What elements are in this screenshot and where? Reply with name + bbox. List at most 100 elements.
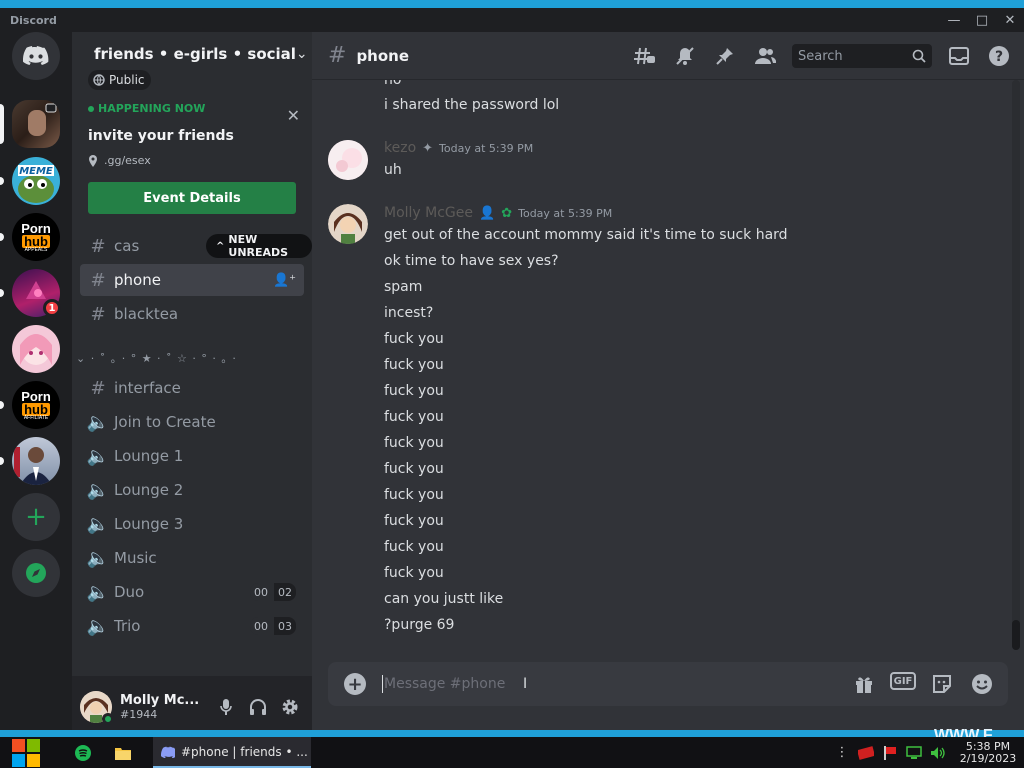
gift-icon[interactable] [850,672,878,696]
speaker-icon: 🔈 [86,513,110,535]
speaker-icon: 🔈 [86,615,110,637]
spotify-icon[interactable] [63,737,103,768]
voice-lounge-2[interactable]: 🔈 Lounge 2 [80,474,304,506]
user-info[interactable]: Molly Mc... #1944 [120,693,200,721]
system-tray: ⋮ 5:38 PM 2/19/2023 [832,739,1024,765]
volume-icon[interactable] [928,743,948,763]
voice-trio[interactable]: 🔈 Trio 00 03 [80,610,304,642]
clock-time: 5:38 PM [965,739,1011,753]
server-7[interactable] [12,437,60,485]
channel-label: Duo [114,583,145,601]
gif-button[interactable]: GIF [890,672,916,690]
message-text: can you justt like [384,591,504,607]
close-button[interactable]: ✕ [996,8,1024,32]
maximize-button[interactable]: □ [968,8,996,32]
server-meme[interactable]: MEME [12,157,60,205]
close-icon[interactable]: ✕ [287,106,300,125]
compass-icon [26,563,46,583]
voice-music[interactable]: 🔈 Music [80,542,304,574]
new-unreads-label: NEW UNREADS [228,233,289,259]
channel-category[interactable]: ⌄ · ˚ ｡ · ° ★ · ˚ ☆ · ° · ｡ · [76,350,237,366]
user-limit: 00 02 [250,583,304,601]
speaker-icon: 🔈 [86,547,110,569]
header-toolbar: Search ? [632,32,1024,80]
tray-app-icon[interactable] [856,743,876,763]
minimize-button[interactable]: — [940,8,968,32]
server-porn-affiliate[interactable]: Porn hub AFFILIATE [12,381,60,429]
server-list: MEME Porn hub APPEALS 1 Porn hub AFFILIA… [0,32,72,737]
globe-icon [93,74,105,86]
file-explorer-icon[interactable] [103,737,143,768]
mention-badge: 1 [43,299,61,317]
invite-icon[interactable]: 👤⁺ [273,273,304,288]
butterfly-icon: ✦ [422,140,434,156]
search-input[interactable]: Search [792,44,932,68]
voice-lounge-1[interactable]: 🔈 Lounge 1 [80,440,304,472]
new-unreads-pill[interactable]: ^ NEW UNREADS [206,233,312,259]
chevron-down-icon: ⌄ [295,46,308,62]
message-input[interactable]: Message #phone [382,675,850,693]
taskbar-discord-task[interactable]: #phone | friends • ... [153,737,311,768]
server-1[interactable] [12,100,60,148]
avatar[interactable] [328,140,368,180]
headphones-icon[interactable] [242,691,274,723]
timestamp: Today at 5:39 PM [439,141,534,155]
channel-blacktea[interactable]: # blacktea [80,298,304,330]
message-list: no i shared the password lol kezo ✦ Toda… [312,80,1024,650]
microphone-icon[interactable] [210,691,242,723]
channel-sidebar: friends • e-girls • social ⌄ Public HAPP… [72,32,312,737]
explore-servers-button[interactable] [12,549,60,597]
network-icon[interactable] [904,743,924,763]
voice-join-to-create[interactable]: 🔈 Join to Create [80,406,304,438]
threads-icon[interactable] [632,44,658,68]
overflow-icon[interactable]: ⋮ [832,743,852,763]
message-text: fuck you [384,487,444,503]
member-list-icon[interactable] [752,44,778,68]
server-1-image [28,103,57,136]
server-5[interactable] [12,325,60,373]
channel-label: Lounge 3 [114,515,184,533]
server-porn-appeals[interactable]: Porn hub APPEALS [12,213,60,261]
public-label: Public [109,73,145,87]
server-text: hub [22,401,50,417]
top-accent-strip [0,0,1024,8]
scrollbar-thumb[interactable] [1012,620,1020,650]
pin-icon[interactable] [712,44,738,68]
task-label: #phone | friends • ... [181,744,308,759]
avatar[interactable] [328,204,368,244]
sticker-icon[interactable] [928,672,956,696]
message-text: spam [384,279,423,295]
home-button[interactable] [12,32,60,80]
add-server-button[interactable]: + [12,493,60,541]
emoji-icon[interactable] [968,672,996,696]
message-text: incest? [384,305,434,321]
add-attachment-button[interactable]: + [344,673,366,695]
event-details-button[interactable]: Event Details [88,182,296,214]
server-text: AFFILIATE [23,414,49,421]
channel-interface[interactable]: # interface [80,372,304,404]
unread-indicator [0,289,4,297]
author-name[interactable]: kezo [384,140,416,156]
message-text: get out of the account mommy said it's t… [384,227,788,243]
channel-phone[interactable]: # phone 👤⁺ [80,264,304,296]
author-name[interactable]: Molly McGee [384,205,473,221]
start-button[interactable] [9,737,43,768]
message-scrollbar[interactable] [1012,80,1020,650]
avatar[interactable] [80,690,114,725]
inbox-icon[interactable] [946,44,972,68]
settings-gear-icon[interactable] [274,691,306,723]
pepe-icon [18,165,54,203]
help-icon[interactable]: ? [986,44,1012,68]
flag-icon[interactable] [880,743,900,763]
system-clock[interactable]: 5:38 PM 2/19/2023 [958,739,1018,765]
voice-duo[interactable]: 🔈 Duo 00 02 [80,576,304,608]
message-text: fuck you [384,565,444,581]
notification-muted-icon[interactable] [672,44,698,68]
server-text: Porn [21,388,51,404]
avatar-image [328,204,368,244]
username: Molly Mc... [120,692,200,708]
voice-lounge-3[interactable]: 🔈 Lounge 3 [80,508,304,540]
channel-label: interface [114,379,181,397]
server-text: hub [22,233,50,249]
channel-title: phone [356,46,410,65]
